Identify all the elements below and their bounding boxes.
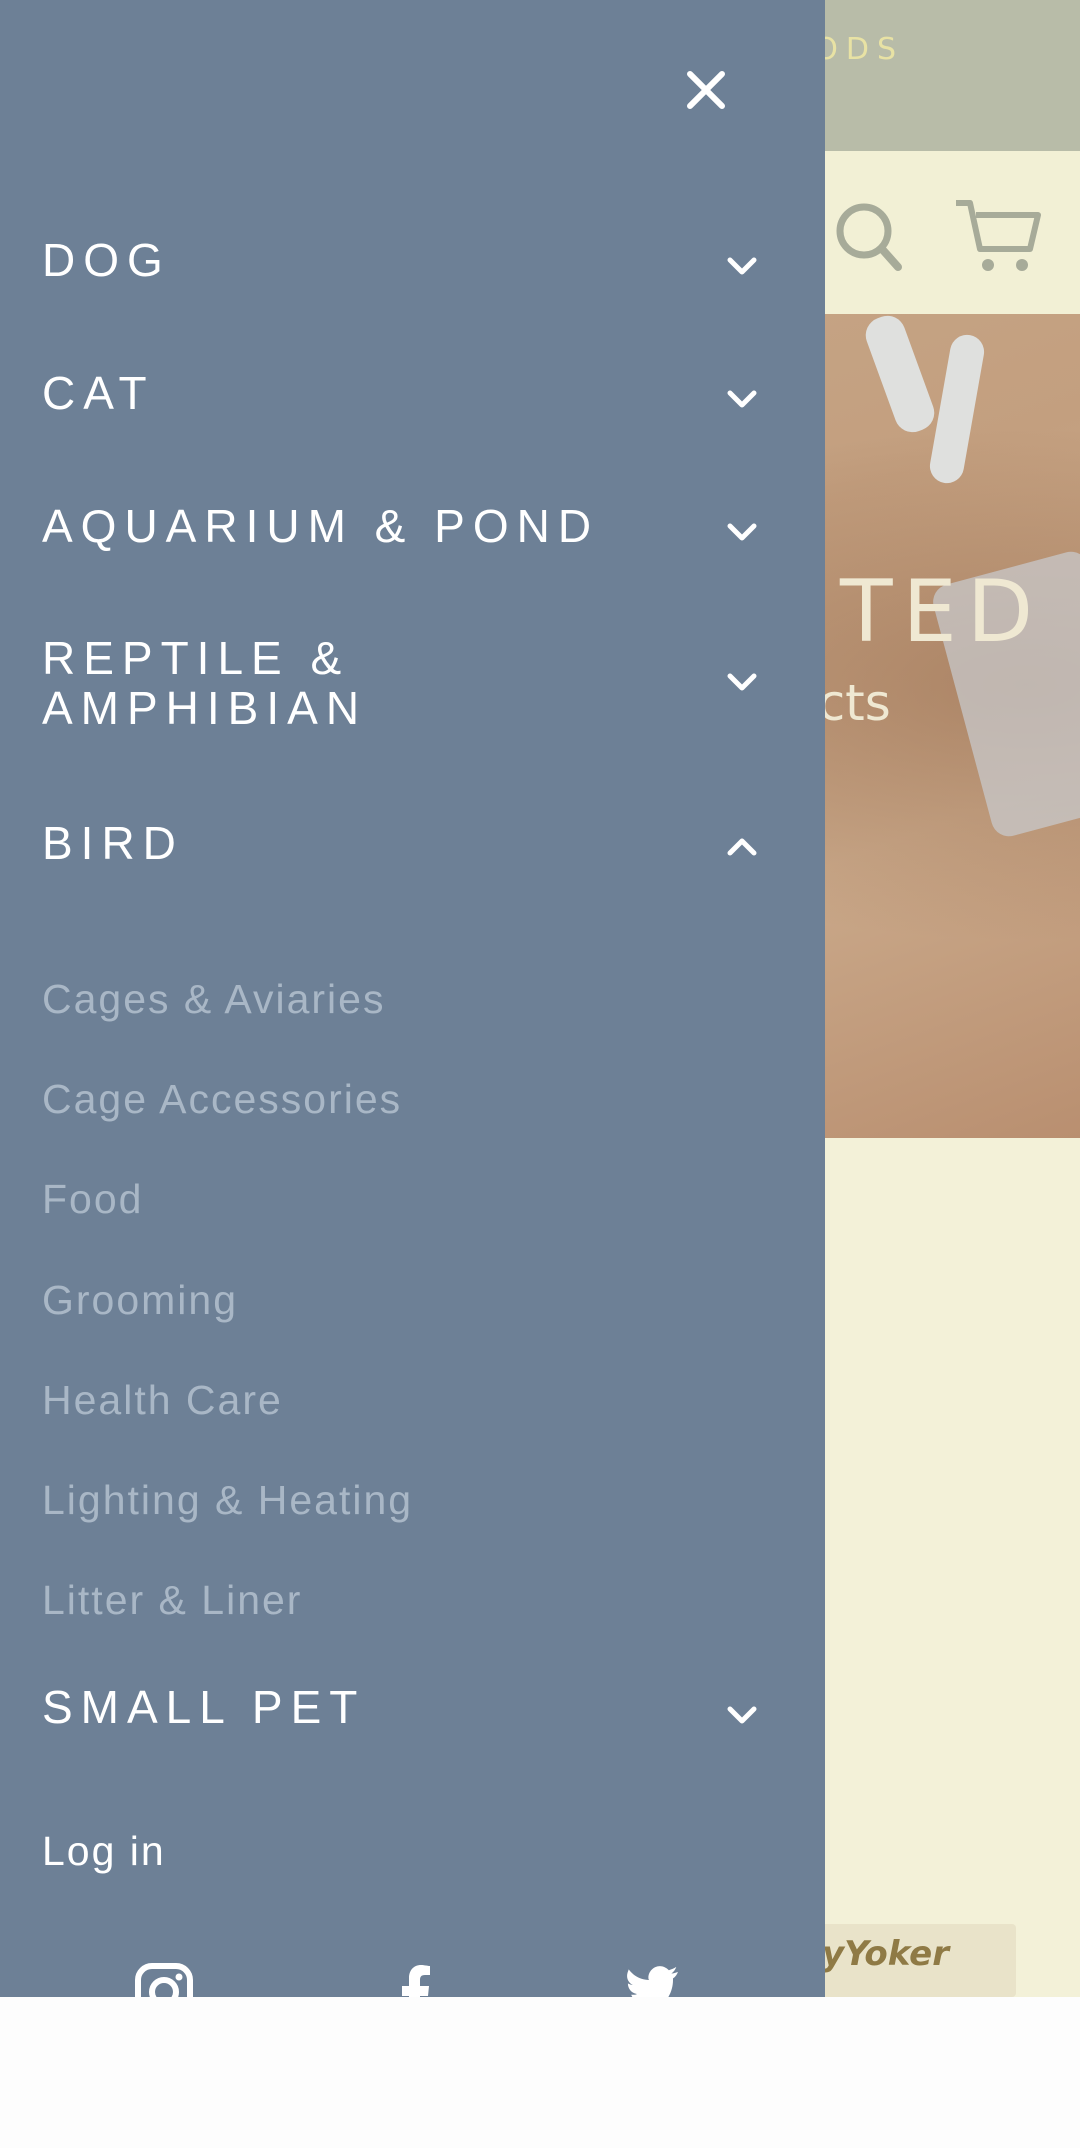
submenu-item-lighting-heating[interactable]: Lighting & Heating: [42, 1477, 413, 1524]
chevron-down-icon: [727, 1706, 757, 1724]
chevron-up-icon: [727, 838, 757, 856]
menu-item-bird[interactable]: BIRD: [0, 811, 825, 881]
menu-item-aquarium-pond[interactable]: AQUARIUM & POND: [0, 494, 825, 564]
chevron-down-icon: [727, 523, 757, 541]
submenu-item-cages-aviaries[interactable]: Cages & Aviaries: [42, 976, 385, 1023]
facebook-icon[interactable]: [386, 1962, 446, 1997]
instagram-icon[interactable]: [134, 1962, 194, 1997]
below-fold-area: [0, 1997, 1080, 2148]
menu-item-label: BIRD: [42, 817, 184, 869]
menu-item-dog[interactable]: DOG: [0, 228, 825, 298]
submenu-item-cage-accessories[interactable]: Cage Accessories: [42, 1076, 402, 1123]
menu-item-reptile-amphibian[interactable]: REPTILE & AMPHIBIAN: [0, 628, 825, 738]
hero-title: TED: [840, 562, 1044, 662]
nav-drawer: DOG CAT AQUARIUM & POND REPTILE & AMPHIB…: [0, 0, 825, 1997]
submenu-item-health-care[interactable]: Health Care: [42, 1377, 283, 1424]
chevron-down-icon: [727, 257, 757, 275]
menu-item-label: AQUARIUM & POND: [42, 500, 600, 552]
menu-item-cat[interactable]: CAT: [0, 361, 825, 431]
menu-item-small-pet[interactable]: SMALL PET: [0, 1675, 825, 1745]
search-icon[interactable]: [830, 197, 910, 277]
promo-brand-text: yYoker: [822, 1934, 949, 1974]
menu-item-label: DOG: [42, 234, 171, 286]
cart-icon[interactable]: [952, 197, 1041, 277]
submenu-item-food[interactable]: Food: [42, 1176, 143, 1223]
menu-item-label-line2: AMPHIBIAN: [42, 682, 368, 734]
menu-item-label: CAT: [42, 367, 155, 419]
submenu-item-grooming[interactable]: Grooming: [42, 1277, 238, 1324]
chevron-down-icon: [727, 673, 757, 691]
hero-tool-image: [927, 332, 987, 486]
menu-item-label: SMALL PET: [42, 1681, 366, 1733]
chevron-down-icon: [727, 390, 757, 408]
login-link[interactable]: Log in: [42, 1828, 166, 1875]
close-icon: [687, 71, 725, 109]
twitter-icon[interactable]: [626, 1962, 686, 1997]
close-button[interactable]: [672, 56, 740, 124]
announcement-text: ODS: [814, 32, 904, 67]
submenu-item-litter-liner[interactable]: Litter & Liner: [42, 1577, 302, 1624]
page-viewport: ODS TED ucts yYoker DOG CAT AQUARIUM & P…: [0, 0, 1080, 1997]
menu-item-label-line1: REPTILE &: [42, 632, 350, 684]
hero-tool-image: [860, 310, 940, 438]
